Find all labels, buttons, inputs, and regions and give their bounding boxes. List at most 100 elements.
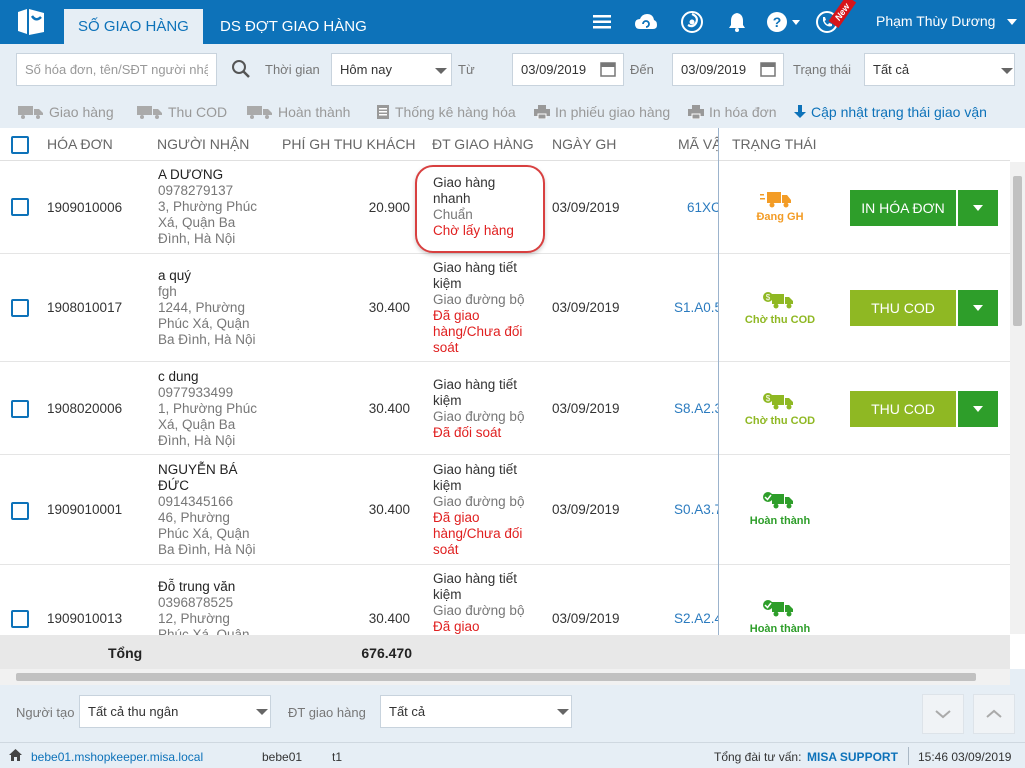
col-fee[interactable]: PHÍ GH THU KHÁCH [282, 136, 416, 152]
carrier-name: nhanh [433, 191, 471, 206]
carrier-name: kiệm [433, 393, 462, 408]
status-badge: Chờ thu COD [744, 415, 816, 427]
chevron-up-icon [986, 709, 1002, 718]
tracking-code[interactable]: S8.A2.3 [674, 401, 718, 417]
vertical-scrollbar[interactable] [1010, 162, 1025, 634]
calendar-icon[interactable] [599, 60, 617, 78]
recipient-address: Phúc Xá, Quận [158, 526, 250, 541]
domain-link[interactable]: bebe01.mshopkeeper.misa.local [31, 750, 203, 764]
user-dropdown-icon[interactable] [1007, 19, 1017, 25]
update-shipping-status-label: Cập nhật trạng thái giao vận [811, 104, 987, 120]
help-dropdown-icon[interactable] [792, 20, 800, 25]
chevron-down-icon[interactable] [256, 709, 268, 715]
row-action-dropdown[interactable] [958, 190, 998, 226]
table-row[interactable]: 1909010006 A DƯƠNG 0978279137 3, Phường … [0, 161, 1010, 254]
print-delivery-note-button[interactable]: In phiếu giao hàng [534, 104, 670, 120]
col-status[interactable]: TRẠNG THÁI [732, 136, 817, 152]
total-label: Tổng [108, 645, 143, 661]
print-invoice-row-button[interactable]: IN HÓA ĐƠN [850, 190, 956, 226]
home-icon[interactable] [9, 749, 22, 764]
row-checkbox[interactable] [11, 299, 29, 317]
table-row[interactable]: 1909010001 NGUYỄN BÁ ĐỨC 0914345166 46, … [0, 455, 1010, 565]
truck-icon [18, 106, 43, 119]
recipient-address: Ba Đình, Hà Nội [158, 332, 256, 347]
svg-text:$: $ [766, 394, 771, 403]
recipient-phone: fgh [158, 284, 177, 299]
carrier-status: hàng/Chưa đối [433, 324, 523, 339]
delivery-date: 03/09/2019 [552, 401, 620, 416]
carrier-service: Chuẩn [433, 207, 473, 222]
recipient-phone: 0914345166 [158, 494, 234, 509]
goods-stats-button[interactable]: Thống kê hàng hóa [376, 104, 516, 120]
chevron-down-icon[interactable] [1001, 68, 1013, 74]
status-select-value: Tất cả [873, 62, 910, 77]
truck-cod-icon: $ [762, 291, 794, 314]
complete-button[interactable]: Hoàn thành [247, 104, 350, 120]
scroll-thumb[interactable] [16, 673, 976, 681]
hotline-link[interactable]: MISA SUPPORT [807, 750, 898, 764]
carrier-service: Giao đường bộ [433, 603, 525, 618]
recipient-address: 12, Phường [158, 611, 230, 626]
creator-select[interactable]: Tất cả thu ngân [79, 695, 271, 728]
help-icon[interactable]: ? [765, 10, 789, 34]
status-badge: Hoàn thành [749, 515, 811, 527]
collect-cod-row-button[interactable]: THU COD [850, 290, 956, 326]
app-logo-icon[interactable] [14, 6, 48, 38]
search-icon[interactable] [226, 54, 256, 84]
horizontal-scrollbar[interactable] [0, 669, 1010, 685]
row-checkbox[interactable] [11, 198, 29, 216]
collect-cod-row-button[interactable]: THU COD [850, 391, 956, 427]
swirl-icon[interactable] [680, 10, 704, 34]
table-row[interactable]: 1909010013 Đỗ trung văn 0396878525 12, P… [0, 565, 1010, 635]
row-action-dropdown[interactable] [958, 391, 998, 427]
scroll-down-button[interactable] [922, 694, 964, 734]
table-row[interactable]: 1908020006 c dung 0977933499 1, Phường P… [0, 362, 1010, 455]
row-checkbox[interactable] [11, 610, 29, 628]
time-select-value: Hôm nay [340, 62, 393, 77]
recipient-address: Đình, Hà Nội [158, 433, 236, 448]
chevron-down-icon[interactable] [435, 68, 447, 74]
search-input[interactable] [16, 53, 217, 86]
arrow-down-icon [794, 105, 806, 118]
status-select[interactable]: Tất cả [864, 53, 1015, 86]
status-badge: Hoàn thành [749, 623, 811, 635]
tab-delivery-book[interactable]: SỐ GIAO HÀNG [64, 9, 203, 44]
scroll-up-button[interactable] [973, 694, 1015, 734]
total-row: Tổng 676.470 [0, 635, 1010, 669]
bell-icon[interactable] [725, 10, 749, 34]
truck-cod-icon: $ [762, 392, 794, 415]
row-checkbox[interactable] [11, 502, 29, 520]
scroll-thumb[interactable] [1013, 176, 1022, 326]
col-invoice[interactable]: HÓA ĐƠN [47, 136, 113, 152]
carrier-select[interactable]: Tất cả [380, 695, 572, 728]
row-action-dropdown[interactable] [958, 290, 998, 326]
tracking-code[interactable]: S1.A0.5 [674, 300, 718, 316]
tracking-code[interactable]: S0.A3.7 [674, 502, 718, 518]
tab-delivery-batches[interactable]: DS ĐỢT GIAO HÀNG [206, 9, 381, 44]
chevron-down-icon[interactable] [557, 709, 569, 715]
col-delivery-date[interactable]: NGÀY GH [552, 136, 616, 152]
delivery-fee: 30.400 [368, 401, 410, 416]
select-all-checkbox[interactable] [11, 136, 29, 154]
tracking-code[interactable]: S2.A2.4 [674, 611, 718, 627]
creator-label: Người tạo [16, 705, 75, 720]
tracking-code[interactable]: 61XC [687, 200, 718, 216]
print-invoice-button[interactable]: In hóa đơn [688, 104, 777, 120]
col-tracking-code[interactable]: MÃ VẬ [678, 136, 718, 152]
col-recipient[interactable]: NGƯỜI NHẬN [157, 136, 249, 152]
table-row[interactable]: 1908010017 a quý fgh 1244, Phường Phúc X… [0, 254, 1010, 362]
recipient-name: NGUYỄN BÁ [158, 462, 238, 477]
to-label: Đến [630, 62, 654, 77]
update-shipping-status-button[interactable]: Cập nhật trạng thái giao vận [794, 104, 987, 120]
col-carrier[interactable]: ĐT GIAO HÀNG [432, 136, 534, 152]
recipient-address: Phúc Xá, Quận [158, 627, 250, 635]
collect-cod-button[interactable]: Thu COD [137, 104, 227, 120]
menu-icon[interactable] [590, 10, 614, 34]
row-checkbox[interactable] [11, 400, 29, 418]
cloud-sync-icon[interactable] [634, 10, 658, 34]
calendar-icon[interactable] [759, 60, 777, 78]
user-name[interactable]: Phạm Thùy Dương [876, 13, 995, 29]
time-select[interactable]: Hôm nay [331, 53, 452, 86]
recipient-address: 46, Phường [158, 510, 230, 525]
deliver-button[interactable]: Giao hàng [18, 104, 114, 120]
